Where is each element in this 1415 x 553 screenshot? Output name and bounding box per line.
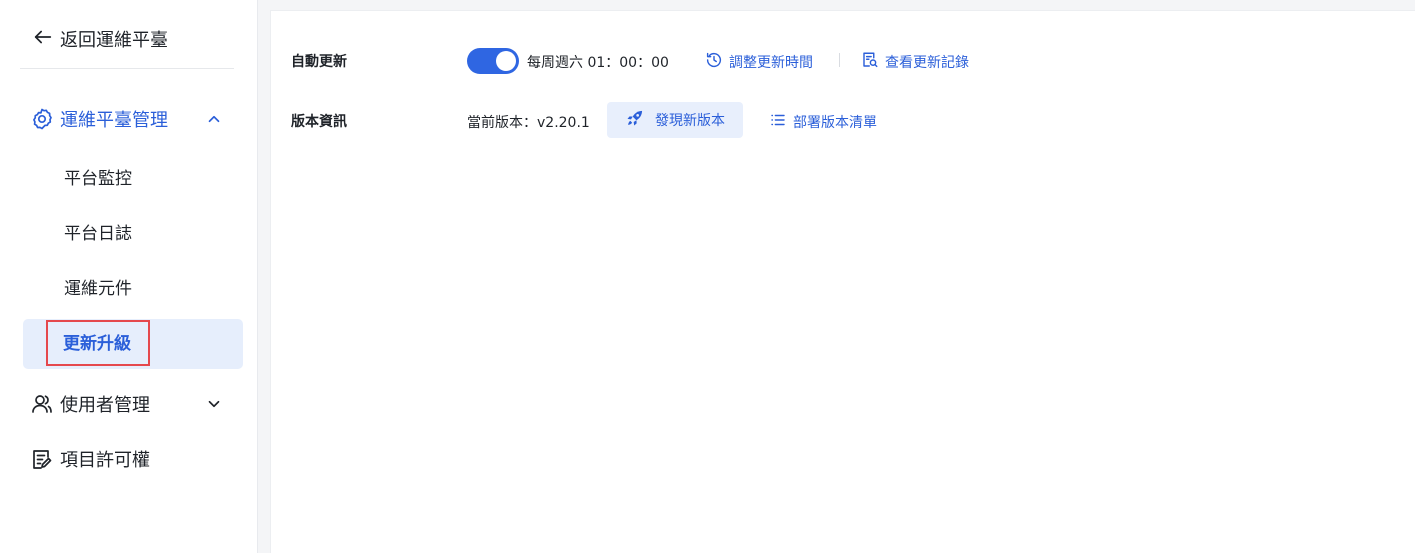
back-to-platform-link[interactable]: 返回運維平臺 xyxy=(32,25,168,53)
auto-update-label: 自動更新 xyxy=(291,54,347,70)
sidebar-group-label: 運維平臺管理 xyxy=(60,110,168,131)
view-update-history-link[interactable]: 查看更新記錄 xyxy=(861,51,969,73)
list-icon xyxy=(769,111,787,133)
app-window: 返回運維平臺 運維平臺管理 平台監控 平台日誌 運維元件 更新升級 使用者管理 … xyxy=(0,0,1415,553)
auto-update-toggle[interactable] xyxy=(467,48,519,74)
sidebar-item-platform-monitor[interactable]: 平台監控 xyxy=(64,166,132,192)
adjust-update-time-link[interactable]: 調整更新時間 xyxy=(705,51,813,73)
link-separator xyxy=(839,53,840,67)
sidebar-item-platform-log[interactable]: 平台日誌 xyxy=(64,221,132,247)
sidebar-group-label: 使用者管理 xyxy=(60,395,150,416)
rocket-icon xyxy=(625,108,645,132)
new-version-button[interactable]: 發現新版本 xyxy=(607,102,743,138)
back-label: 返回運維平臺 xyxy=(60,30,168,51)
sidebar-group-user-management[interactable]: 使用者管理 xyxy=(30,389,230,419)
chevron-up-icon xyxy=(205,110,223,128)
toggle-knob xyxy=(496,51,516,71)
search-document-icon xyxy=(861,51,879,73)
deploy-version-list-link[interactable]: 部署版本清單 xyxy=(769,111,877,133)
update-schedule-text: 每周週六 01：00：00 xyxy=(527,55,669,71)
history-clock-icon xyxy=(705,51,723,73)
users-icon xyxy=(30,392,54,416)
license-edit-icon xyxy=(30,447,54,471)
sidebar-group-project-permission[interactable]: 項目許可權 xyxy=(30,444,230,474)
main-panel: 自動更新 每周週六 01：00：00 調整更新時間 查看更新記錄 版本資訊 當前… xyxy=(270,10,1415,553)
deploy-version-list-label: 部署版本清單 xyxy=(793,115,877,131)
sidebar-item-update-upgrade[interactable]: 更新升級 xyxy=(63,331,131,357)
sidebar-divider xyxy=(20,68,234,69)
view-update-history-label: 查看更新記錄 xyxy=(885,55,969,71)
arrow-left-icon xyxy=(32,26,54,53)
new-version-label: 發現新版本 xyxy=(655,113,725,129)
gear-icon xyxy=(30,107,54,131)
sidebar-group-platform-management[interactable]: 運維平臺管理 xyxy=(30,104,230,134)
sidebar-item-ops-components[interactable]: 運維元件 xyxy=(64,276,132,302)
adjust-update-time-label: 調整更新時間 xyxy=(729,55,813,71)
version-info-label: 版本資訊 xyxy=(291,114,347,130)
sidebar: 返回運維平臺 運維平臺管理 平台監控 平台日誌 運維元件 更新升級 使用者管理 … xyxy=(0,0,258,553)
sidebar-group-label: 項目許可權 xyxy=(60,450,150,471)
current-version-text: 當前版本：v2.20.1 xyxy=(467,115,590,131)
chevron-down-icon xyxy=(205,395,223,413)
